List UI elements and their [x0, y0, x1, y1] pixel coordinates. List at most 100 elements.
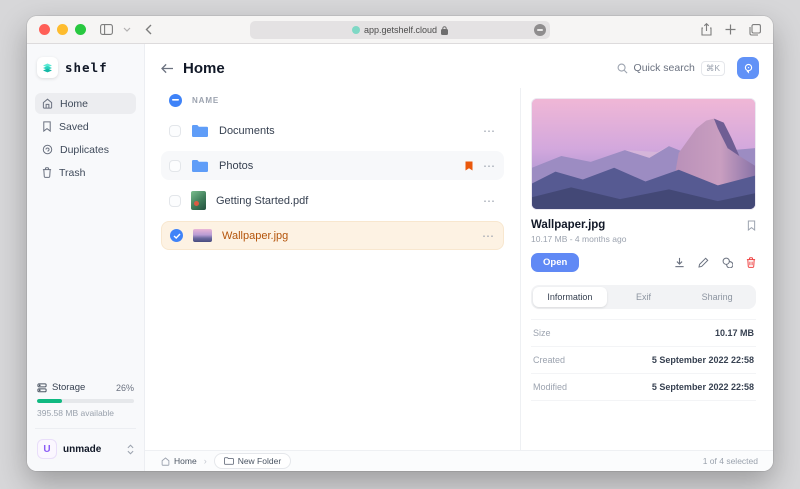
file-list: NAME Documents ⋯ Photos ⋯ Getting Starte… [145, 88, 520, 450]
browser-window: app.getshelf.cloud shelf Home Saved Dupl… [27, 16, 773, 471]
details-tabs: Information Exif Sharing [531, 285, 756, 309]
page-title: Home [183, 59, 225, 77]
lock-icon [441, 25, 449, 35]
file-row-photos[interactable]: Photos ⋯ [161, 151, 504, 180]
download-icon[interactable] [674, 257, 685, 268]
info-table: Size 10.17 MB Created 5 September 2022 2… [531, 319, 756, 401]
home-icon [42, 98, 53, 109]
file-name: Photos [219, 159, 254, 172]
column-header-name: NAME [192, 95, 220, 105]
minimize-button[interactable] [57, 24, 68, 35]
bookmark-outline-icon [747, 220, 756, 231]
storage-progress-bar [37, 399, 134, 403]
shelf-logo-icon [37, 57, 58, 78]
row-menu-button[interactable]: ⋯ [483, 160, 496, 172]
info-label: Created [533, 355, 566, 365]
info-value: 5 September 2022 22:58 [651, 382, 754, 392]
breadcrumb-home[interactable]: Home [161, 456, 197, 466]
home-icon [161, 456, 170, 466]
account-selector-icon[interactable] [127, 444, 134, 455]
account-switcher[interactable]: U unmade [35, 429, 136, 463]
info-value: 5 September 2022 22:58 [651, 355, 754, 365]
zoom-button[interactable] [75, 24, 86, 35]
file-actions-row: Open [531, 253, 756, 272]
quick-search-label: Quick search [633, 62, 695, 74]
info-row-modified: Modified 5 September 2022 22:58 [531, 374, 756, 401]
info-label: Size [533, 328, 551, 338]
open-button[interactable]: Open [531, 253, 580, 272]
app-body: shelf Home Saved Duplicates Trash Storag… [27, 44, 773, 471]
status-bar: Home › New Folder 1 of 4 selected [145, 450, 773, 471]
sidebar-item-home[interactable]: Home [35, 93, 136, 114]
search-shortcut-badge: ⌘K [700, 60, 725, 76]
workspace: Home Quick search ⌘K NAME Documents ⋯ Ph… [145, 44, 773, 471]
site-favicon [351, 26, 360, 34]
sidebar-item-saved[interactable]: Saved [35, 116, 136, 137]
edit-icon[interactable] [698, 257, 709, 268]
traffic-lights [39, 24, 86, 35]
row-checkbox[interactable] [169, 159, 181, 172]
tab-overview-icon[interactable] [749, 23, 761, 36]
sidebar-item-duplicates[interactable]: Duplicates [35, 139, 136, 160]
tab-information[interactable]: Information [533, 287, 607, 307]
page-header: Home Quick search ⌘K [145, 44, 773, 88]
row-menu-button[interactable]: ⋯ [483, 125, 496, 137]
tab-exif[interactable]: Exif [607, 287, 681, 307]
address-bar[interactable]: app.getshelf.cloud [250, 21, 550, 39]
trash-icon [42, 167, 52, 178]
url-text: app.getshelf.cloud [363, 25, 438, 35]
browser-toolbar: app.getshelf.cloud [27, 16, 773, 44]
storage-icon [37, 382, 47, 392]
pdf-thumbnail [191, 191, 206, 210]
new-folder-label: New Folder [237, 456, 282, 466]
share-icon[interactable] [701, 23, 712, 36]
account-name: unmade [63, 443, 102, 455]
file-name: Wallpaper.jpg [222, 229, 289, 242]
info-row-size: Size 10.17 MB [531, 319, 756, 347]
delete-icon[interactable] [746, 257, 756, 268]
quick-search[interactable]: Quick search ⌘K [617, 60, 725, 76]
announcement-icon [744, 63, 752, 74]
row-checkbox[interactable] [169, 124, 181, 137]
sidebar-item-trash[interactable]: Trash [35, 162, 136, 183]
duplicate-icon[interactable] [722, 257, 733, 268]
file-meta: 10.17 MB - 4 months ago [531, 234, 627, 244]
file-row-wallpaper[interactable]: Wallpaper.jpg ⋯ [161, 221, 504, 250]
storage-row: Storage 26% [35, 382, 136, 393]
tab-sharing[interactable]: Sharing [680, 287, 754, 307]
bookmark-filled-icon [465, 161, 473, 170]
row-checkbox[interactable] [169, 194, 181, 207]
app-name: shelf [65, 60, 108, 75]
sidebar-toggle-icon[interactable] [100, 24, 113, 35]
chevron-down-icon[interactable] [123, 27, 131, 32]
row-checkbox-checked[interactable] [170, 229, 183, 242]
file-row-documents[interactable]: Documents ⋯ [161, 116, 504, 145]
row-menu-button[interactable]: ⋯ [483, 195, 496, 207]
sidebar-item-label: Duplicates [60, 143, 110, 156]
content-blocker-badge-icon[interactable] [534, 24, 546, 36]
bookmark-icon [43, 121, 51, 132]
file-action-icons [674, 257, 756, 268]
new-tab-icon[interactable] [725, 24, 736, 35]
folder-icon [223, 457, 234, 465]
bookmark-toggle-button[interactable] [747, 220, 756, 231]
selection-count: 1 of 4 selected [702, 456, 758, 466]
breadcrumb-home-label: Home [174, 456, 197, 466]
app-logo[interactable]: shelf [35, 54, 136, 93]
storage-progress-fill [37, 399, 63, 403]
toolbar-right-icons [701, 23, 761, 36]
row-menu-button[interactable]: ⋯ [482, 230, 495, 242]
storage-label: Storage [52, 382, 86, 393]
back-button[interactable] [161, 63, 174, 74]
back-icon[interactable] [145, 24, 152, 35]
file-row-getting-started[interactable]: Getting Started.pdf ⋯ [161, 186, 504, 215]
close-button[interactable] [39, 24, 50, 35]
storage-percent: 26% [115, 382, 134, 393]
content-area: NAME Documents ⋯ Photos ⋯ Getting Starte… [145, 88, 773, 450]
breadcrumb-new-folder[interactable]: New Folder [213, 453, 292, 469]
sidebar: shelf Home Saved Duplicates Trash Storag… [27, 44, 145, 471]
select-all-checkbox[interactable] [169, 93, 182, 107]
breadcrumb-separator: › [203, 456, 207, 466]
sidebar-item-label: Saved [59, 120, 89, 133]
help-button[interactable] [737, 57, 759, 79]
